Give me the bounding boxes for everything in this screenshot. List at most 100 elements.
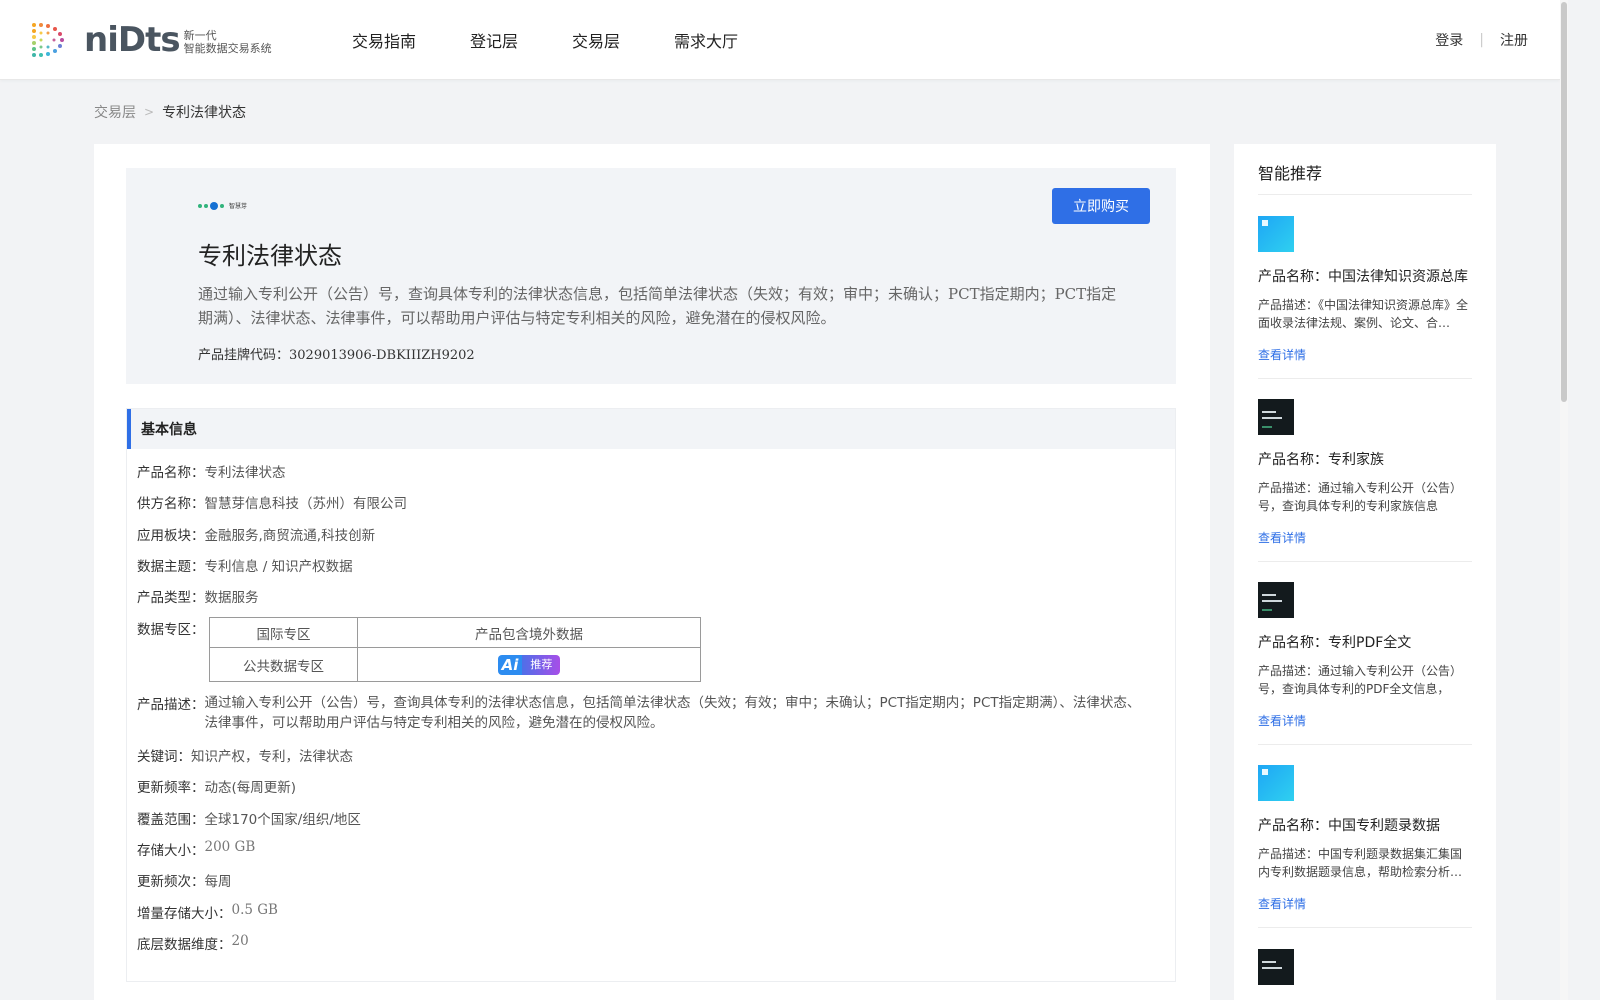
nav-item-registration-layer[interactable]: 登记层 — [470, 28, 518, 52]
info-value: 知识产权，专利，法律状态 — [191, 749, 353, 765]
view-details-link[interactable]: 查看详情 — [1258, 895, 1472, 912]
thumb-decoration — [1262, 961, 1276, 963]
logo-subtitle-line1: 新一代 — [183, 29, 217, 42]
table-row: 公共数据专区 Ai 推荐 — [209, 647, 701, 682]
info-row-update-times: 更新频次： 每周 — [137, 870, 232, 890]
product-thumbnail — [1258, 765, 1294, 801]
recommendation-card[interactable] — [1258, 949, 1472, 985]
info-value: 20 — [231, 933, 249, 949]
product-detail-card: 智慧芽 专利法律状态 通过输入专利公开（公告）号，查询具体专利的法律状态信息，包… — [94, 144, 1210, 1000]
info-row-storage: 存储大小： 200 GB — [137, 839, 255, 859]
info-label: 更新频次： — [137, 874, 205, 890]
listing-code: 产品挂牌代码：3029013906-DBKIIIZH9202 — [198, 344, 475, 363]
vendor-logo-text: 智慧芽 — [229, 203, 248, 210]
info-value: 智慧芽信息科技（苏州）有限公司 — [204, 496, 408, 512]
thumb-decoration — [1262, 609, 1272, 611]
login-link[interactable]: 登录 — [1435, 30, 1463, 50]
logo-wordmark: niDts — [84, 20, 181, 60]
info-label: 产品类型： — [137, 590, 205, 606]
ai-badge-label: 推荐 — [522, 654, 561, 675]
sidebar-divider — [1258, 194, 1472, 195]
nav-item-trade-guide[interactable]: 交易指南 — [352, 28, 416, 52]
basic-info-heading: 基本信息 — [127, 409, 1175, 449]
listing-code-value: 3029013906-DBKIIIZH9202 — [289, 348, 475, 363]
info-value: 通过输入专利公开（公告）号，查询具体专利的法律状态信息，包括简单法律状态（失效；… — [204, 695, 1141, 731]
recommendation-desc: 产品描述：《中国法律知识资源总库》全面收录法律法规、案例、论文、合… — [1258, 298, 1469, 330]
breadcrumb-current: 专利法律状态 — [162, 105, 247, 121]
product-description: 通过输入专利公开（公告）号，查询具体专利的法律状态信息，包括简单法律状态（失效；… — [198, 285, 1117, 327]
thumb-decoration — [1262, 411, 1276, 413]
sidebar-divider — [1258, 744, 1472, 745]
thumb-decoration — [1262, 594, 1276, 596]
recommendation-desc: 产品描述：通过输入专利公开（公告）号，查询具体专利的专利家族信息 — [1258, 481, 1463, 513]
vendor-logo-dot — [204, 203, 208, 208]
ai-recommend-badge: Ai 推荐 — [497, 654, 561, 675]
recommendation-name: 产品名称：专利PDF全文 — [1258, 635, 1412, 651]
nav-item-demand-hall[interactable]: 需求大厅 — [674, 28, 738, 52]
buy-now-button[interactable]: 立即购买 — [1052, 188, 1150, 224]
view-details-link[interactable]: 查看详情 — [1258, 529, 1472, 546]
view-details-link[interactable]: 查看详情 — [1258, 346, 1472, 363]
info-row-description: 产品描述： 通过输入专利公开（公告）号，查询具体专利的法律状态信息，包括简单法律… — [137, 693, 1145, 733]
scrollbar-thumb[interactable] — [1561, 2, 1567, 402]
info-row-zone: 数据专区： — [137, 618, 205, 638]
table-cell: 公共数据专区 — [209, 647, 358, 682]
page-scrollbar[interactable] — [1560, 0, 1568, 1000]
info-label: 覆盖范围： — [137, 812, 205, 828]
info-label: 关键词： — [137, 749, 191, 765]
info-row-theme: 数据主题： 专利信息 / 知识产权数据 — [137, 555, 353, 575]
info-row-keywords: 关键词： 知识产权，专利，法律状态 — [137, 745, 353, 765]
info-row-supplier: 供方名称： 智慧芽信息科技（苏州）有限公司 — [137, 492, 407, 512]
top-header: niDts 新一代 智能数据交易系统 交易指南 登记层 交易层 需求大厅 登录 … — [0, 0, 1560, 80]
info-row-sector: 应用板块： 金融服务,商贸流通,科技创新 — [137, 524, 375, 544]
info-row-incremental: 增量存储大小： 0.5 GB — [137, 902, 278, 922]
info-label: 供方名称： — [137, 496, 205, 512]
main-nav: 交易指南 登记层 交易层 需求大厅 — [352, 0, 792, 80]
info-value: 0.5 GB — [231, 902, 278, 918]
logo-mark-icon — [28, 21, 68, 59]
view-details-link[interactable]: 查看详情 — [1258, 712, 1472, 729]
nav-item-trading-layer[interactable]: 交易层 — [572, 28, 620, 52]
info-label: 底层数据维度： — [137, 937, 232, 953]
breadcrumb: 交易层 > 专利法律状态 — [94, 102, 246, 122]
product-thumbnail — [1258, 399, 1294, 435]
info-value: 动态(每周更新) — [204, 780, 297, 796]
product-thumbnail — [1258, 949, 1294, 985]
logo-subtitle: 新一代 智能数据交易系统 — [184, 25, 272, 55]
table-cell: Ai 推荐 — [357, 647, 701, 682]
info-label: 数据专区： — [137, 622, 205, 638]
recommendation-sidebar: 智能推荐 产品名称：中国法律知识资源总库 产品描述：《中国法律知识资源总库》全面… — [1234, 144, 1496, 1000]
basic-info-section: 基本信息 产品名称： 专利法律状态 供方名称： 智慧芽信息科技（苏州）有限公司 … — [126, 408, 1176, 982]
info-value: 200 GB — [204, 839, 256, 855]
recommendation-card[interactable]: 产品名称：中国法律知识资源总库 产品描述：《中国法律知识资源总库》全面收录法律法… — [1258, 216, 1472, 363]
thumb-decoration — [1262, 220, 1268, 226]
recommendation-card[interactable]: 产品名称：中国专利题录数据 产品描述：中国专利题录数据集汇集国内专利数据题录信息… — [1258, 765, 1472, 912]
info-label: 产品名称： — [137, 465, 205, 481]
recommendation-card[interactable]: 产品名称：专利PDF全文 产品描述：通过输入专利公开（公告）号，查询具体专利的P… — [1258, 582, 1472, 729]
info-row-frequency: 更新频率： 动态(每周更新) — [137, 776, 296, 796]
info-value: 专利法律状态 — [204, 465, 286, 481]
recommendation-card[interactable]: 产品名称：专利家族 产品描述：通过输入专利公开（公告）号，查询具体专利的专利家族… — [1258, 399, 1472, 546]
info-label: 产品描述： — [137, 697, 205, 713]
auth-links: 登录 | 注册 — [1435, 0, 1528, 80]
recommendation-desc: 产品描述：中国专利题录数据集汇集国内专利数据题录信息，帮助检索分析… — [1258, 847, 1463, 879]
listing-code-label: 产品挂牌代码： — [198, 348, 290, 363]
info-label: 存储大小： — [137, 843, 205, 859]
thumb-decoration — [1262, 769, 1268, 775]
logo-subtitle-line2: 智能数据交易系统 — [183, 42, 272, 55]
auth-divider: | — [1479, 32, 1484, 48]
info-row-coverage: 覆盖范围： 全球170个国家/组织/地区 — [137, 808, 361, 828]
info-row-dimension: 底层数据维度： 20 — [137, 933, 249, 953]
info-value: 专利信息 / 知识产权数据 — [204, 559, 353, 575]
vendor-logo-dot — [198, 203, 202, 208]
breadcrumb-trading-layer[interactable]: 交易层 — [94, 102, 136, 122]
thumb-decoration — [1262, 426, 1272, 428]
thumb-decoration — [1262, 600, 1282, 602]
product-thumbnail — [1258, 582, 1294, 618]
info-value: 数据服务 — [204, 590, 259, 606]
recommendation-name: 产品名称：专利家族 — [1258, 452, 1384, 468]
site-logo[interactable]: niDts 新一代 智能数据交易系统 — [28, 20, 272, 60]
table-cell: 产品包含境外数据 — [357, 617, 701, 648]
register-link[interactable]: 注册 — [1500, 30, 1528, 50]
info-label: 更新频率： — [137, 780, 205, 796]
